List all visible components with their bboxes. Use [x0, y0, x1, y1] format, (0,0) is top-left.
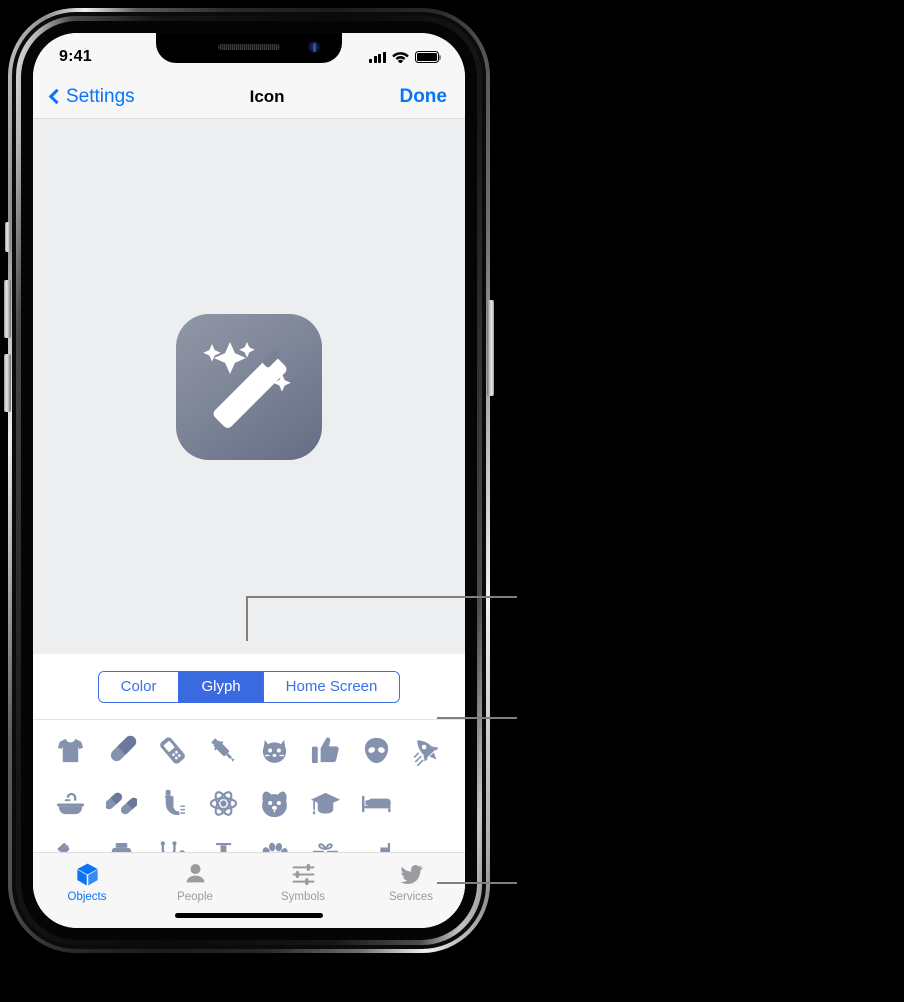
capsule-pill-glyph[interactable] [96, 724, 147, 777]
tab-objects-label: Objects [67, 891, 107, 903]
bathtub-glyph[interactable] [45, 777, 96, 830]
cube-icon [76, 863, 98, 886]
magic-wand-glyph [203, 341, 291, 428]
magic-wand-app-icon [176, 313, 322, 460]
iphone-device: 9:41 Settings Icon Done Color Glyph Home… [4, 8, 494, 953]
segmented-control-container: Color Glyph Home Screen [33, 654, 465, 720]
status-bar-indicators [369, 51, 442, 63]
done-button[interactable]: Done [399, 86, 447, 108]
two-pills-glyph[interactable] [96, 777, 147, 830]
segment-color[interactable]: Color [98, 671, 180, 702]
page-title: Icon [249, 86, 285, 106]
tab-objects[interactable]: Objects [33, 853, 141, 928]
cat-face-glyph[interactable] [249, 724, 300, 777]
tshirt-glyph[interactable] [45, 724, 96, 777]
graduation-cap-glyph[interactable] [300, 777, 351, 830]
cellular-bars-icon [369, 51, 386, 63]
tab-bar: Objects People Symbols Services [33, 852, 465, 928]
twitter-bird-icon [399, 865, 423, 885]
callout-line-segmented-horizontal-top [246, 596, 517, 598]
status-bar-clock: 9:41 [59, 48, 92, 65]
volume-down-button[interactable] [4, 354, 11, 412]
segment-glyph[interactable]: Glyph [179, 671, 264, 702]
bed-glyph[interactable] [351, 777, 402, 830]
appearance-segmented-control[interactable]: Color Glyph Home Screen [97, 670, 401, 703]
callout-line-glyph-row [437, 717, 517, 719]
tab-services-label: Services [388, 891, 434, 903]
dog-face-glyph[interactable] [249, 777, 300, 830]
battery-icon [415, 51, 442, 63]
game-controller-glyph[interactable] [147, 724, 198, 777]
back-button-label: Settings [66, 85, 135, 107]
earpiece-speaker-icon [218, 44, 280, 50]
thumbs-up-glyph[interactable] [300, 724, 351, 777]
segment-home-screen[interactable]: Home Screen [263, 671, 400, 702]
wifi-icon [392, 52, 409, 63]
back-button[interactable]: Settings [48, 85, 135, 108]
display-notch [156, 33, 342, 63]
home-indicator[interactable] [175, 913, 323, 918]
tab-people-label: People [177, 891, 213, 903]
icon-preview-area [33, 119, 465, 654]
atom-glyph[interactable] [198, 777, 249, 830]
sliders-icon [292, 863, 314, 886]
volume-up-button[interactable] [4, 280, 11, 338]
glyph-row [45, 777, 453, 830]
alien-glyph[interactable] [351, 724, 402, 777]
tab-symbols-label: Symbols [280, 891, 326, 903]
power-button[interactable] [487, 300, 494, 396]
screenshot-root: 9:41 Settings Icon Done Color Glyph Home… [0, 0, 904, 1002]
mute-switch-button[interactable] [5, 222, 11, 252]
device-screen: 9:41 Settings Icon Done Color Glyph Home… [33, 33, 465, 928]
rocket-glyph[interactable] [402, 724, 453, 777]
syringe-glyph[interactable] [198, 724, 249, 777]
glyph-row [45, 724, 453, 777]
front-camera-icon [308, 41, 320, 53]
inhaler-glyph[interactable] [147, 777, 198, 830]
callout-line-segmented-vertical [246, 596, 248, 641]
callout-line-tabbar [437, 882, 517, 884]
tab-services[interactable]: Services [357, 853, 465, 928]
navigation-bar: Settings Icon Done [33, 75, 465, 119]
chevron-left-icon [48, 88, 65, 105]
person-icon [186, 864, 204, 883]
